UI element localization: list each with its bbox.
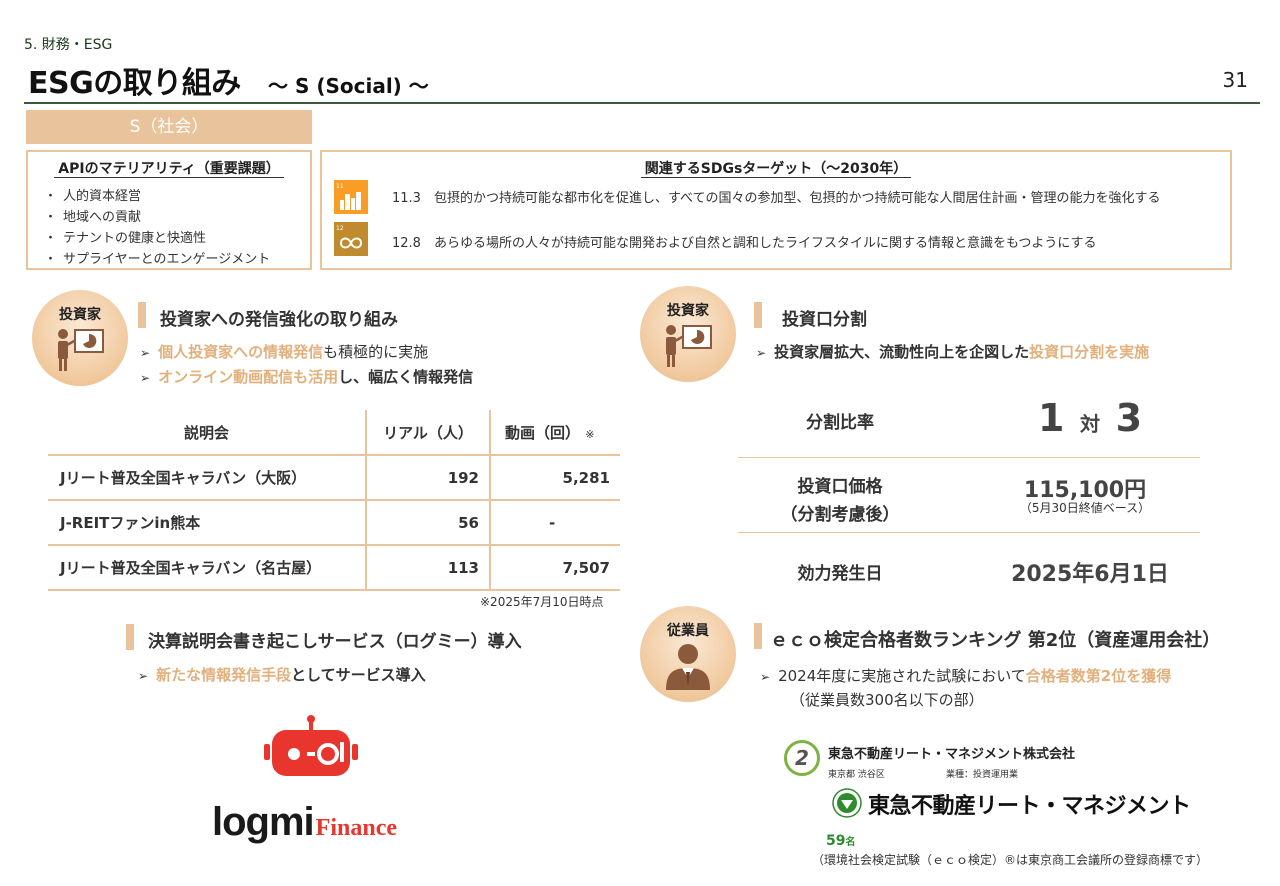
logmi-finance-logo: logmiFinance [212,800,397,844]
social-category-label: S（社会） [26,110,312,144]
investor-badge-circle: 投資家 [32,290,128,386]
sdg-11-icon: 11 [334,180,368,214]
employee-badge-label: 従業員 [667,623,709,639]
split-divider [738,532,1200,533]
sdgs-box: 関連するSDGsターゲット（～2030年） 11 11.3 包摂的かつ持続可能な… [320,150,1232,270]
unit-split-heading: 投資口分割 [782,310,867,330]
tokyu-logo-text: 東急不動産リート・マネジメント [868,794,1191,819]
table-header: 説明会 [183,423,229,442]
eco-company-name: 東急不動産リート・マネジメント株式会社 [828,747,1076,762]
effective-date-value: 2025年6月1日 [1011,562,1169,587]
logmi-heading: 決算説明会書き起こしサービス（ログミー）導入 [148,632,522,652]
arrow-bullet-icon: ➢ [140,371,151,385]
materiality-item: 人的資本経営 [50,186,270,207]
eco-company-industry: 業種：投資運用業 [946,770,1019,780]
table-row: J-REITファンin熊本 56 - [48,499,620,545]
page-subtitle: ～ S (Social) ～ [268,74,429,98]
unit-split-badge-circle: 投資家 [640,286,736,382]
sdg-11-number: 11 [336,183,344,190]
briefing-table: 説明会 リアル（人） 動画（回） ※ Jリート普及全国キャラバン（大阪） 192… [48,410,620,591]
investor-comm-heading: 投資家への発信強化の取り組み [160,310,398,330]
unit-split-bullet: ➢ 投資家層拡大、流動性向上を企図した投資口分割を実施 [756,343,1150,361]
table-header: リアル（人） [365,410,490,455]
arrow-bullet-icon: ➢ [756,346,767,360]
table-header: 動画（回） ※ [489,410,620,455]
materiality-title: APIのマテリアリティ（重要課題） [54,161,284,178]
eco-pass-count: 59名 [826,833,856,849]
logmi-robot-icon [264,714,358,782]
sdg-target-12-8: 12.8 あらゆる場所の人々が持続可能な開発および自然と調和したライフスタイルに… [392,236,1097,251]
arrow-bullet-icon: ➢ [760,670,771,684]
tokyu-logo-icon [832,788,862,818]
heading-bar [126,624,134,650]
materiality-item: テナントの健康と快適性 [50,228,270,249]
unit-price-note: （5月30日終値ベース） [1019,501,1151,515]
split-ratio-value: 1 対 3 [1037,396,1143,440]
unit-split-badge-label: 投資家 [667,303,709,319]
materiality-box: APIのマテリアリティ（重要課題） 人的資本経営 地域への貢献 テナントの健康と… [26,150,312,270]
sdgs-title: 関連するSDGsターゲット（～2030年） [640,161,912,178]
title-divider [24,102,1260,104]
presenter-icon [666,325,712,367]
employee-icon [666,644,710,690]
eco-bullet-sub: （従業員数300名以下の部） [790,691,984,709]
logmi-bullet: ➢ 新たな情報発信手段としてサービス導入 [138,666,426,684]
materiality-item: 地域への貢献 [50,207,270,228]
investor-badge-label: 投資家 [59,307,101,323]
arrow-bullet-icon: ➢ [138,669,149,683]
investor-comm-bullet-2: ➢ オンライン動画配信も活用し、幅広く情報発信 [140,368,474,386]
page-title: ESGの取り組み [28,66,241,101]
employee-badge-circle: 従業員 [640,606,736,702]
page-number: 31 [1222,68,1248,92]
arrow-bullet-icon: ➢ [140,346,151,360]
eco-rank-badge: 2 [784,740,820,776]
split-divider [738,457,1200,458]
materiality-list: 人的資本経営 地域への貢献 テナントの健康と快適性 サプライヤーとのエンゲージメ… [50,186,270,270]
eco-bullet: ➢ 2024年度に実施された試験において合格者数第2位を獲得 [760,667,1172,685]
unit-price-label: 投資口価格 [797,477,883,497]
heading-bar [754,623,762,649]
table-header-row: 説明会 リアル（人） 動画（回） ※ [48,410,620,455]
eco-company-location: 東京都 渋谷区 [828,770,885,780]
sdg-target-11-3: 11.3 包摂的かつ持続可能な都市化を促進し、すべての国々の参加型、包摂的かつ持… [392,191,1161,206]
presenter-icon [58,329,104,371]
table-row: Jリート普及全国キャラバン（名古屋） 113 7,507 [48,544,620,591]
heading-bar [754,302,762,328]
split-ratio-label: 分割比率 [806,413,874,433]
eco-trademark-note: （環境社会検定試験（ｅｃｏ検定）®は東京商工会議所の登録商標です） [812,853,1209,867]
eco-heading: ｅｃｏ検定合格者数ランキング 第2位（資産運用会社） [770,630,1221,651]
table-footnote: ※2025年7月10日時点 [480,595,604,609]
investor-comm-bullet-1: ➢ 個人投資家への情報発信も積極的に実施 [140,343,429,361]
heading-bar [138,302,146,328]
sdg-12-icon: 12 [334,222,368,256]
sdg-12-number: 12 [336,225,344,232]
effective-date-label: 効力発生日 [797,564,883,584]
unit-price-sublabel: （分割考慮後） [780,505,900,525]
section-label: 5. 財務・ESG [24,37,113,53]
materiality-item: サプライヤーとのエンゲージメント [50,249,270,270]
table-row: Jリート普及全国キャラバン（大阪） 192 5,281 [48,454,620,500]
